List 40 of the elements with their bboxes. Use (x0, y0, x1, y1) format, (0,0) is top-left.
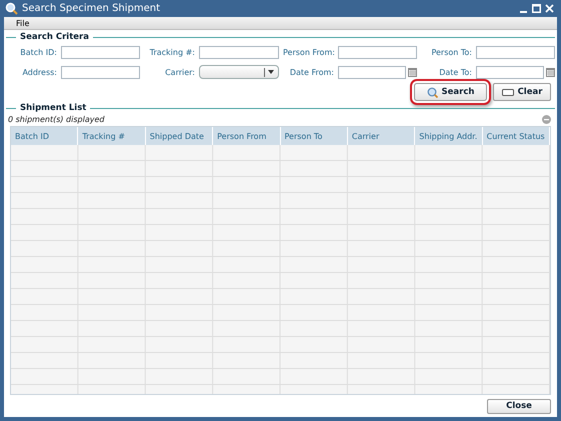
column-header[interactable]: Shipping Addr. (415, 127, 483, 145)
input-field[interactable] (61, 66, 140, 78)
section-heading: Shipment List (20, 103, 86, 113)
column-header[interactable]: Person To (280, 127, 348, 145)
menu-item[interactable]: File (16, 18, 30, 28)
field-label: Date To: (438, 68, 472, 76)
column-header[interactable]: Person From (213, 127, 280, 145)
search-icon (5, 2, 18, 15)
column-header[interactable]: Shipped Date (146, 127, 214, 145)
close-icon[interactable] (545, 4, 554, 13)
calendar-icon[interactable] (408, 68, 417, 76)
date-field[interactable] (476, 66, 544, 78)
column-header[interactable]: Tracking # (78, 127, 146, 145)
field-label: Batch ID: (19, 48, 57, 57)
field-label: Tracking #: (148, 48, 195, 57)
input-field[interactable] (338, 46, 417, 59)
column-header[interactable]: Carrier (348, 127, 416, 145)
result-count: 0 shipment(s) displayed (8, 115, 104, 124)
close-button[interactable]: Close (487, 398, 551, 414)
search-icon (426, 86, 438, 98)
eraser-icon (502, 88, 514, 96)
dropdown[interactable] (199, 65, 279, 79)
field-label: Carrier: (164, 68, 195, 76)
field-label: Date From: (288, 68, 334, 76)
date-field[interactable] (338, 66, 406, 78)
input-field[interactable] (476, 46, 555, 59)
column-header[interactable]: Current Status (482, 127, 550, 145)
window-title: Search Specimen Shipment (22, 3, 162, 14)
section-heading: Search Critera (20, 32, 89, 42)
column-header[interactable]: Batch ID (11, 127, 78, 145)
collapse-icon[interactable] (542, 115, 551, 124)
input-field[interactable] (61, 46, 140, 59)
field-label: Person From: (283, 48, 334, 57)
field-label: Address: (21, 68, 57, 76)
field-label: Person To: (430, 48, 472, 57)
maximize-icon[interactable] (532, 4, 541, 13)
calendar-icon[interactable] (546, 68, 555, 76)
caret-icon (268, 70, 274, 74)
input-field[interactable] (199, 46, 279, 59)
clear-button[interactable]: Clear (493, 83, 551, 101)
